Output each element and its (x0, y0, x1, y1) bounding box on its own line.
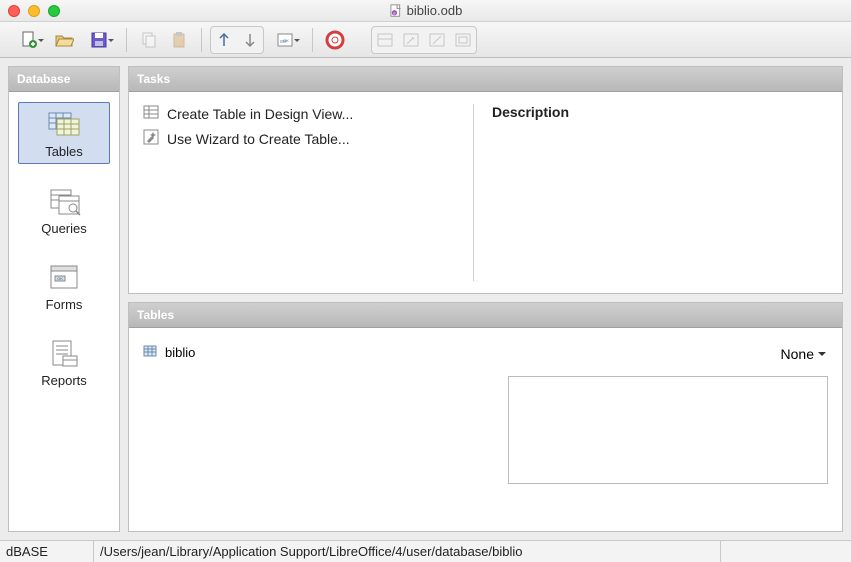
forms-icon: OK (47, 262, 81, 295)
svg-text:OK: OK (57, 276, 63, 281)
view-btn-3 (424, 27, 450, 53)
toolbar: OK (0, 22, 851, 58)
preview-box (508, 376, 828, 484)
statusbar: dBASE /Users/jean/Library/Application Su… (0, 540, 851, 562)
queries-icon (47, 186, 81, 219)
sidebar-item-label: Tables (45, 144, 83, 159)
close-icon[interactable] (8, 5, 20, 17)
task-create-design-view[interactable]: Create Table in Design View... (143, 104, 473, 123)
titlebar: e biblio.odb (0, 0, 851, 22)
main-area: Tasks Create Table in Design View... Use… (128, 66, 843, 532)
window-title-text: biblio.odb (407, 3, 463, 18)
toolbar-separator (126, 28, 127, 52)
view-btn-2 (398, 27, 424, 53)
view-btn-4 (450, 27, 476, 53)
window-controls (8, 5, 60, 17)
sidebar: Database Tables Queries OK Forms Reports (8, 66, 120, 532)
sidebar-header: Database (9, 67, 119, 92)
svg-text:OK: OK (283, 38, 289, 43)
tasks-header: Tasks (129, 67, 842, 92)
sort-group (210, 26, 264, 54)
sidebar-item-label: Queries (41, 221, 87, 236)
sidebar-item-tables[interactable]: Tables (18, 102, 110, 164)
preview-mode-dropdown[interactable]: None (779, 342, 828, 366)
view-btn-1 (372, 27, 398, 53)
tables-panel: Tables biblio None (128, 302, 843, 532)
tables-header: Tables (129, 303, 842, 328)
toolbar-separator (312, 28, 313, 52)
view-group (371, 26, 477, 54)
sidebar-item-reports[interactable]: Reports (18, 332, 110, 392)
tables-icon (47, 109, 81, 142)
save-button[interactable] (80, 26, 118, 54)
preview-mode-label: None (781, 346, 814, 362)
sidebar-item-label: Reports (41, 373, 87, 388)
task-list: Create Table in Design View... Use Wizar… (143, 104, 473, 281)
preview-column: None (483, 342, 828, 517)
description-pane: Description (473, 104, 828, 281)
tables-body: biblio None (129, 328, 842, 531)
main-content: Database Tables Queries OK Forms Reports… (0, 58, 851, 540)
copy-button (135, 26, 163, 54)
minimize-icon[interactable] (28, 5, 40, 17)
tables-list: biblio (143, 342, 483, 517)
design-view-icon (143, 104, 159, 123)
sidebar-item-label: Forms (46, 297, 83, 312)
tasks-body: Create Table in Design View... Use Wizar… (129, 92, 842, 293)
table-icon (143, 344, 157, 361)
status-path: /Users/jean/Library/Application Support/… (94, 541, 721, 562)
reports-icon (47, 338, 81, 371)
open-button[interactable] (50, 26, 78, 54)
sidebar-body: Tables Queries OK Forms Reports (9, 92, 119, 531)
description-heading: Description (492, 104, 828, 120)
task-label: Use Wizard to Create Table... (167, 131, 350, 147)
sort-asc-button[interactable] (211, 27, 237, 53)
tasks-panel: Tasks Create Table in Design View... Use… (128, 66, 843, 294)
task-label: Create Table in Design View... (167, 106, 353, 122)
status-db-type: dBASE (0, 541, 94, 562)
toolbar-separator (201, 28, 202, 52)
task-use-wizard[interactable]: Use Wizard to Create Table... (143, 129, 473, 148)
sidebar-item-forms[interactable]: OK Forms (18, 256, 110, 316)
database-doc-icon: e (389, 4, 403, 18)
sidebar-item-queries[interactable]: Queries (18, 180, 110, 240)
help-button[interactable] (321, 26, 349, 54)
new-button[interactable] (10, 26, 48, 54)
form-view-button[interactable]: OK (266, 26, 304, 54)
table-row[interactable]: biblio (143, 342, 483, 363)
paste-button (165, 26, 193, 54)
window-title: e biblio.odb (389, 3, 463, 18)
table-name: biblio (165, 345, 195, 360)
wizard-icon (143, 129, 159, 148)
status-extra (721, 541, 851, 562)
sort-desc-button[interactable] (237, 27, 263, 53)
maximize-icon[interactable] (48, 5, 60, 17)
